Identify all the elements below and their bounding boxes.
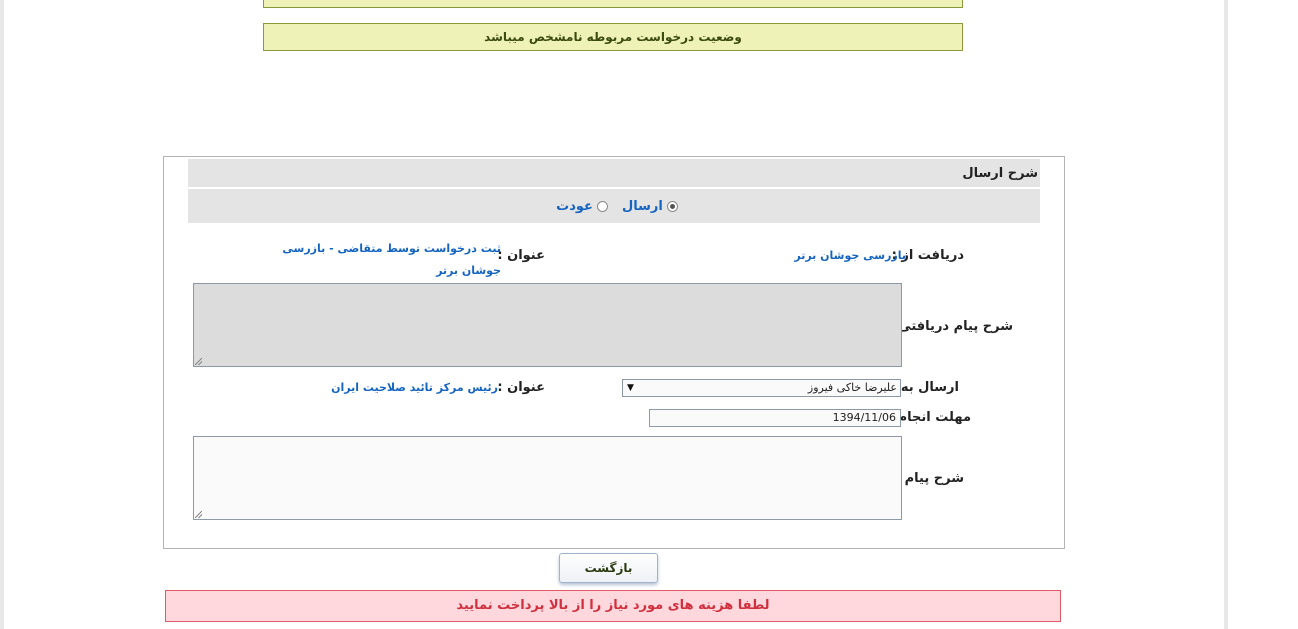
panel-title: شرح ارسال bbox=[188, 159, 1040, 187]
radio-option-send[interactable]: ارسال bbox=[616, 199, 678, 214]
radio-send-label[interactable]: ارسال bbox=[622, 199, 663, 214]
back-button[interactable]: بازگشت bbox=[559, 553, 658, 583]
payment-error-message: لطفا هزینه های مورد نیاز را از بالا پردا… bbox=[165, 590, 1061, 622]
send-title-value: رئیس مرکز تائید صلاحیت ایران bbox=[331, 381, 498, 394]
send-title-label: عنوان : bbox=[497, 380, 545, 395]
received-title-label: عنوان : bbox=[497, 248, 545, 263]
action-radio-group: ارسال عودت bbox=[188, 189, 1040, 223]
radio-send-icon[interactable] bbox=[666, 200, 678, 212]
send-panel: شرح ارسال ارسال عودت دریافت از : بازرسی … bbox=[163, 156, 1065, 549]
message-label: شرح پیام : bbox=[894, 471, 964, 486]
send-to-label: ارسال به : bbox=[891, 380, 959, 395]
status-banner: وضعیت درخواست مربوطه نامشخص میباشد bbox=[263, 23, 963, 51]
resize-grip-icon[interactable] bbox=[195, 511, 202, 518]
dropdown-arrow-icon[interactable]: ▼ bbox=[627, 380, 634, 396]
top-banner-partial bbox=[263, 0, 963, 8]
resize-grip-icon[interactable] bbox=[195, 358, 202, 365]
received-message-textarea[interactable] bbox=[193, 283, 902, 367]
page-edge-right bbox=[1224, 0, 1228, 629]
deadline-input[interactable]: 1394/11/06 bbox=[649, 409, 901, 427]
deadline-label: مهلت انجام: bbox=[892, 410, 971, 425]
received-message-label: شرح پیام دریافتی : bbox=[888, 319, 1013, 334]
radio-return-icon[interactable] bbox=[596, 200, 608, 212]
radio-return-label[interactable]: عودت bbox=[556, 199, 593, 214]
send-to-select[interactable]: علیرضا خاکی فیروز ▼ bbox=[622, 379, 901, 397]
received-title-value: ثبت درخواست توسط متقاضی - بازرسی جوشان ب… bbox=[282, 242, 501, 277]
radio-option-return[interactable]: عودت bbox=[550, 199, 608, 214]
send-to-selected-value: علیرضا خاکی فیروز bbox=[807, 381, 897, 394]
page-edge-left bbox=[0, 0, 4, 629]
received-from-value: بازرسی جوشان برتر bbox=[794, 249, 906, 262]
message-textarea[interactable] bbox=[193, 436, 902, 520]
